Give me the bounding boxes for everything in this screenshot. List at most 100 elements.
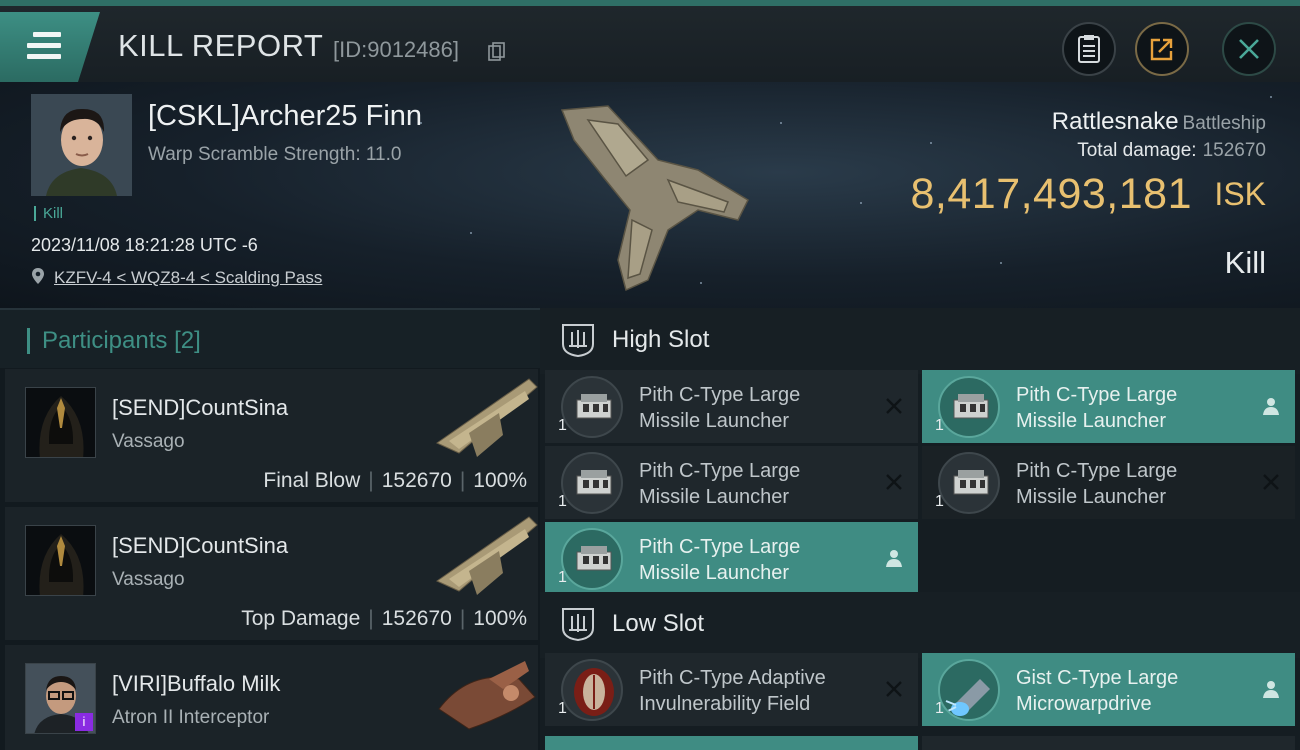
- pilot-avatar: [31, 94, 132, 196]
- microwarpdrive-icon: [938, 659, 1000, 721]
- module-qty: 1: [558, 700, 567, 717]
- menu-icon: [27, 32, 61, 65]
- victim-ship: Rattlesnake Battleship: [1052, 108, 1266, 136]
- participant-ship-image: [438, 661, 536, 730]
- participant-ship-image: [435, 516, 538, 595]
- module-item[interactable]: 1 Pith C-Type Large Missile Launcher: [922, 370, 1295, 443]
- ship-name: Rattlesnake: [1051, 108, 1179, 135]
- module-item-partial[interactable]: [922, 736, 1295, 750]
- module-qty: 1: [558, 417, 567, 434]
- invulnerability-field-icon: [561, 659, 623, 721]
- fitting-panel: High Slot 1 Pith C-Type Large Missile Lau…: [540, 308, 1300, 750]
- missile-launcher-icon: [938, 376, 1000, 438]
- participant-card[interactable]: [SEND]CountSina Vassago Top Damage | 15267…: [5, 507, 538, 640]
- module-item[interactable]: 1 Pith C-Type Adaptive Invulnerability Fi…: [545, 653, 918, 726]
- top-bar: KILL REPORT [ID:9012486]: [0, 0, 1300, 82]
- module-item[interactable]: 1 Gist C-Type Large Microwarpdrive: [922, 653, 1295, 726]
- victim-portrait[interactable]: [31, 94, 132, 196]
- module-qty: 1: [558, 493, 567, 510]
- participant-card[interactable]: [SEND]CountSina Vassago Final Blow | 15267…: [5, 369, 538, 502]
- high-slot-icon: [562, 324, 594, 358]
- participant-avatar: [25, 525, 96, 596]
- participant-role: Top Damage: [241, 607, 361, 630]
- module-qty: 1: [935, 417, 944, 434]
- destroyed-icon: [886, 398, 902, 414]
- module-qty: 1: [558, 569, 567, 586]
- module-item[interactable]: 1 Pith C-Type Large Missile Launcher: [545, 522, 918, 595]
- participant-role: Final Blow: [263, 469, 361, 492]
- victim-name[interactable]: [CSKL]Archer25 Finn: [148, 100, 422, 133]
- participants-count: [2]: [174, 327, 201, 354]
- participant-card[interactable]: i [VIRI]Buffalo Milk Atron II Intercepto…: [5, 645, 538, 750]
- warp-scramble-strength: Warp Scramble Strength: 11.0: [148, 144, 402, 165]
- report-id: [ID:9012486]: [333, 37, 459, 62]
- ship-class: Battleship: [1182, 113, 1266, 134]
- destroyed-icon: [886, 474, 902, 490]
- participants-title-label: Participants: [42, 327, 168, 354]
- participants-panel: Participants [2] [SEND]CountSina Vassago…: [0, 308, 540, 750]
- participant-ship: Vassago: [112, 569, 185, 590]
- share-button[interactable]: [1135, 22, 1189, 76]
- module-qty: 1: [935, 700, 944, 717]
- participant-name: [SEND]CountSina: [112, 395, 289, 420]
- participant-ship: Vassago: [112, 431, 185, 452]
- module-name: Pith C-Type Large Missile Launcher: [639, 384, 801, 432]
- participant-name: [VIRI]Buffalo Milk: [112, 671, 281, 696]
- close-icon: [1239, 39, 1259, 59]
- low-slot-label: Low Slot: [612, 610, 705, 637]
- module-name: Pith C-Type Large Missile Launcher: [1016, 384, 1178, 432]
- missile-launcher-icon: [561, 528, 623, 590]
- module-name: Pith C-Type Large Missile Launcher: [639, 536, 801, 584]
- participant-percent: 100%: [473, 607, 527, 630]
- copy-icon[interactable]: [488, 42, 506, 62]
- share-icon: [1150, 38, 1173, 61]
- destroyed-icon: [1263, 474, 1279, 490]
- kill-datetime: 2023/11/08 18:21:28 UTC -6: [31, 235, 258, 255]
- low-slot-header: Low Slot: [540, 592, 1300, 658]
- info-badge: i: [75, 713, 93, 731]
- kill-result: Kill: [1224, 245, 1266, 280]
- participant-avatar: [25, 387, 96, 458]
- low-slot-icon: [562, 608, 594, 642]
- participant-stats: Final Blow | 152670 | 100%: [263, 469, 527, 492]
- page-title: KILL REPORT: [118, 28, 324, 63]
- menu-button[interactable]: [0, 12, 100, 82]
- location-pin-icon: [32, 268, 44, 284]
- module-name: Gist C-Type Large Microwarpdrive: [1016, 667, 1179, 715]
- participant-avatar: i: [25, 663, 96, 734]
- participant-damage: 152670: [381, 469, 452, 492]
- victim-banner: [CSKL]Archer25 Finn Warp Scramble Streng…: [0, 82, 1300, 308]
- participant-damage: 152670: [381, 607, 452, 630]
- isk-unit: ISK: [1214, 176, 1266, 212]
- module-item[interactable]: 1 Pith C-Type Large Missile Launcher: [545, 446, 918, 519]
- module-item-partial[interactable]: [545, 736, 918, 750]
- kill-tag: Kill: [34, 206, 63, 221]
- dropped-person-icon: [1263, 681, 1279, 698]
- participants-title: Participants [2]: [27, 328, 201, 354]
- total-damage-label: Total damage:: [1077, 140, 1197, 161]
- participant-percent: 100%: [473, 469, 527, 492]
- module-item[interactable]: 1 Pith C-Type Large Missile Launcher: [545, 370, 918, 443]
- victim-ship-image: [560, 105, 749, 292]
- close-button[interactable]: [1222, 22, 1276, 76]
- module-qty: 1: [935, 493, 944, 510]
- participant-name: [SEND]CountSina: [112, 533, 289, 558]
- missile-launcher-icon: [938, 452, 1000, 514]
- module-name: Pith C-Type Adaptive Invulnerability Fiel…: [639, 667, 826, 715]
- clipboard-button[interactable]: [1062, 22, 1116, 76]
- dropped-person-icon: [1263, 398, 1279, 415]
- missile-launcher-icon: [561, 452, 623, 514]
- clipboard-icon: [1078, 35, 1100, 63]
- dropped-person-icon: [886, 550, 902, 567]
- participant-ship-image: [435, 378, 538, 457]
- total-damage-value: 152670: [1202, 140, 1266, 161]
- location-link[interactable]: KZFV-4 < WQZ8-4 < Scalding Pass: [54, 268, 322, 288]
- participant-stats: Top Damage | 152670 | 100%: [241, 607, 527, 630]
- participants-header: Participants [2]: [0, 308, 540, 368]
- module-name: Pith C-Type Large Missile Launcher: [1016, 460, 1178, 508]
- participant-ship: Atron II Interceptor: [112, 707, 270, 728]
- module-item[interactable]: 1 Pith C-Type Large Missile Launcher: [922, 446, 1295, 519]
- high-slot-header: High Slot: [540, 308, 1300, 374]
- isk-value: 8,417,493,181: [910, 170, 1192, 218]
- destroyed-icon: [886, 681, 902, 697]
